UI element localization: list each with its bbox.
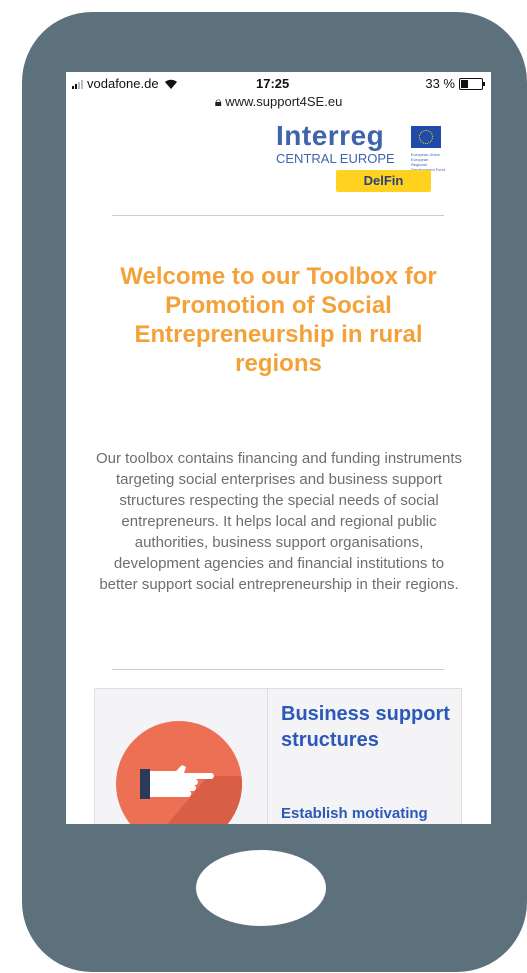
- hand-icon: [116, 721, 242, 824]
- logo-brand: Interreg: [276, 120, 385, 151]
- card-subtitle[interactable]: Establish motivating: [281, 805, 428, 822]
- lock-icon: 🔒︎: [214, 94, 222, 109]
- url-text: www.support4SE.eu: [225, 94, 343, 109]
- intro-paragraph: Our toolbox contains financing and fundi…: [95, 450, 463, 593]
- home-button[interactable]: [196, 850, 326, 926]
- divider: [112, 215, 444, 216]
- logo-program: CENTRAL EUROPE: [276, 151, 395, 166]
- wifi-icon: [164, 79, 177, 89]
- eu-flag-icon: [411, 126, 441, 148]
- phone-screen: vodafone.de 17:25 33 % 🔒︎ www.support4SE…: [66, 72, 491, 824]
- carrier-info: vodafone.de: [72, 76, 179, 91]
- delfin-badge: DelFin: [336, 170, 431, 192]
- carrier-name: vodafone.de: [87, 76, 159, 91]
- status-bar: vodafone.de 17:25 33 %: [66, 72, 491, 91]
- card-image: [95, 689, 268, 824]
- page-title: Welcome to our Toolbox for Promotion of …: [120, 263, 437, 377]
- interreg-logo[interactable]: Interreg CENTRAL EUROPE European Union E…: [256, 118, 486, 198]
- divider: [112, 669, 444, 670]
- business-support-card[interactable]: Business support structures Establish mo…: [94, 688, 462, 824]
- card-title[interactable]: Business support structures: [281, 701, 451, 753]
- battery-status: 33 %: [425, 76, 485, 91]
- eu-fund-text: European Union European Regional Develop…: [411, 152, 445, 172]
- status-time: 17:25: [256, 76, 290, 91]
- signal-icon: [72, 79, 83, 89]
- battery-percent: 33 %: [425, 76, 455, 91]
- battery-icon: [459, 77, 485, 90]
- address-bar[interactable]: 🔒︎ www.support4SE.eu: [66, 94, 491, 110]
